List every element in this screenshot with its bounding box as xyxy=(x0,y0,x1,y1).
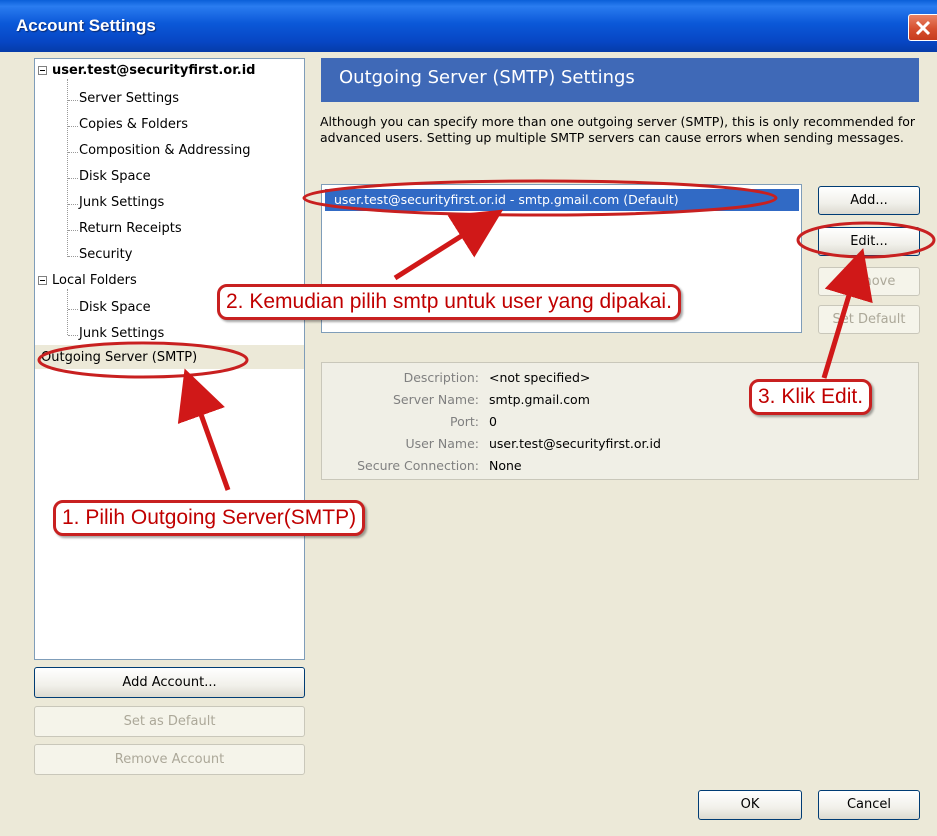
tree-item-copies-folders[interactable]: Copies & Folders xyxy=(79,113,188,137)
tree-guide-branch xyxy=(68,335,78,336)
server-name-value: smtp.gmail.com xyxy=(489,392,590,407)
close-icon xyxy=(915,20,931,36)
tree-guide-branch xyxy=(68,256,78,257)
annotation-step1: 1. Pilih Outgoing Server(SMTP) xyxy=(53,500,366,536)
edit-server-button[interactable]: Edit... xyxy=(818,227,920,256)
ok-button[interactable]: OK xyxy=(698,790,802,820)
remove-server-button[interactable]: Remove xyxy=(818,267,920,296)
tree-item-local-junk-settings[interactable]: Junk Settings xyxy=(79,322,164,346)
user-name-value: user.test@securityfirst.or.id xyxy=(489,436,661,451)
annotation-step3: 3. Klik Edit. xyxy=(749,379,873,415)
tree-item-disk-space[interactable]: Disk Space xyxy=(79,165,151,189)
annotation-step2: 2. Kemudian pilih smtp untuk user yang d… xyxy=(217,284,681,320)
tree-item-account[interactable]: user.test@securityfirst.or.id xyxy=(52,59,256,83)
panel-description: Although you can specify more than one o… xyxy=(320,114,916,145)
tree-item-security[interactable]: Security xyxy=(79,243,132,267)
cancel-button[interactable]: Cancel xyxy=(818,790,920,820)
collapse-toggle-local-folders[interactable] xyxy=(38,276,47,285)
description-label: Description: xyxy=(403,370,479,385)
add-account-button[interactable]: Add Account... xyxy=(34,667,305,698)
port-value: 0 xyxy=(489,414,497,429)
tree-item-return-receipts[interactable]: Return Receipts xyxy=(79,217,182,241)
tree-item-local-folders[interactable]: Local Folders xyxy=(52,269,137,293)
set-as-default-button[interactable]: Set as Default xyxy=(34,706,305,737)
tree-guide-line xyxy=(67,289,68,335)
smtp-server-item[interactable]: user.test@securityfirst.or.id - smtp.gma… xyxy=(325,189,799,211)
close-button[interactable] xyxy=(908,14,937,41)
secure-connection-label: Secure Connection: xyxy=(357,458,479,473)
tree-guide-branch xyxy=(68,152,78,153)
port-label: Port: xyxy=(450,414,479,429)
tree-item-composition[interactable]: Composition & Addressing xyxy=(79,139,250,163)
panel-header: Outgoing Server (SMTP) Settings xyxy=(321,58,919,102)
tree-item-junk-settings[interactable]: Junk Settings xyxy=(79,191,164,215)
tree-guide-branch xyxy=(68,100,78,101)
tree-guide-branch xyxy=(68,309,78,310)
collapse-toggle-account[interactable] xyxy=(38,66,47,75)
server-name-label: Server Name: xyxy=(392,392,479,407)
account-settings-window: Account Settings user.test@securityfirst… xyxy=(0,0,937,836)
tree-guide-branch xyxy=(68,126,78,127)
tree-item-local-disk-space[interactable]: Disk Space xyxy=(79,296,151,320)
user-name-label: User Name: xyxy=(405,436,479,451)
secure-connection-value: None xyxy=(489,458,522,473)
remove-account-button[interactable]: Remove Account xyxy=(34,744,305,775)
window-title: Account Settings xyxy=(16,16,156,35)
panel-title: Outgoing Server (SMTP) Settings xyxy=(339,67,635,88)
tree-item-outgoing-server[interactable]: Outgoing Server (SMTP) xyxy=(41,346,197,370)
tree-guide-branch xyxy=(68,178,78,179)
tree-item-server-settings[interactable]: Server Settings xyxy=(79,87,179,111)
tree-guide-branch xyxy=(68,230,78,231)
description-value: <not specified> xyxy=(489,370,591,385)
add-server-button[interactable]: Add... xyxy=(818,186,920,215)
tree-guide-branch xyxy=(68,204,78,205)
title-bar[interactable]: Account Settings xyxy=(0,0,937,52)
set-default-server-button[interactable]: Set Default xyxy=(818,305,920,334)
